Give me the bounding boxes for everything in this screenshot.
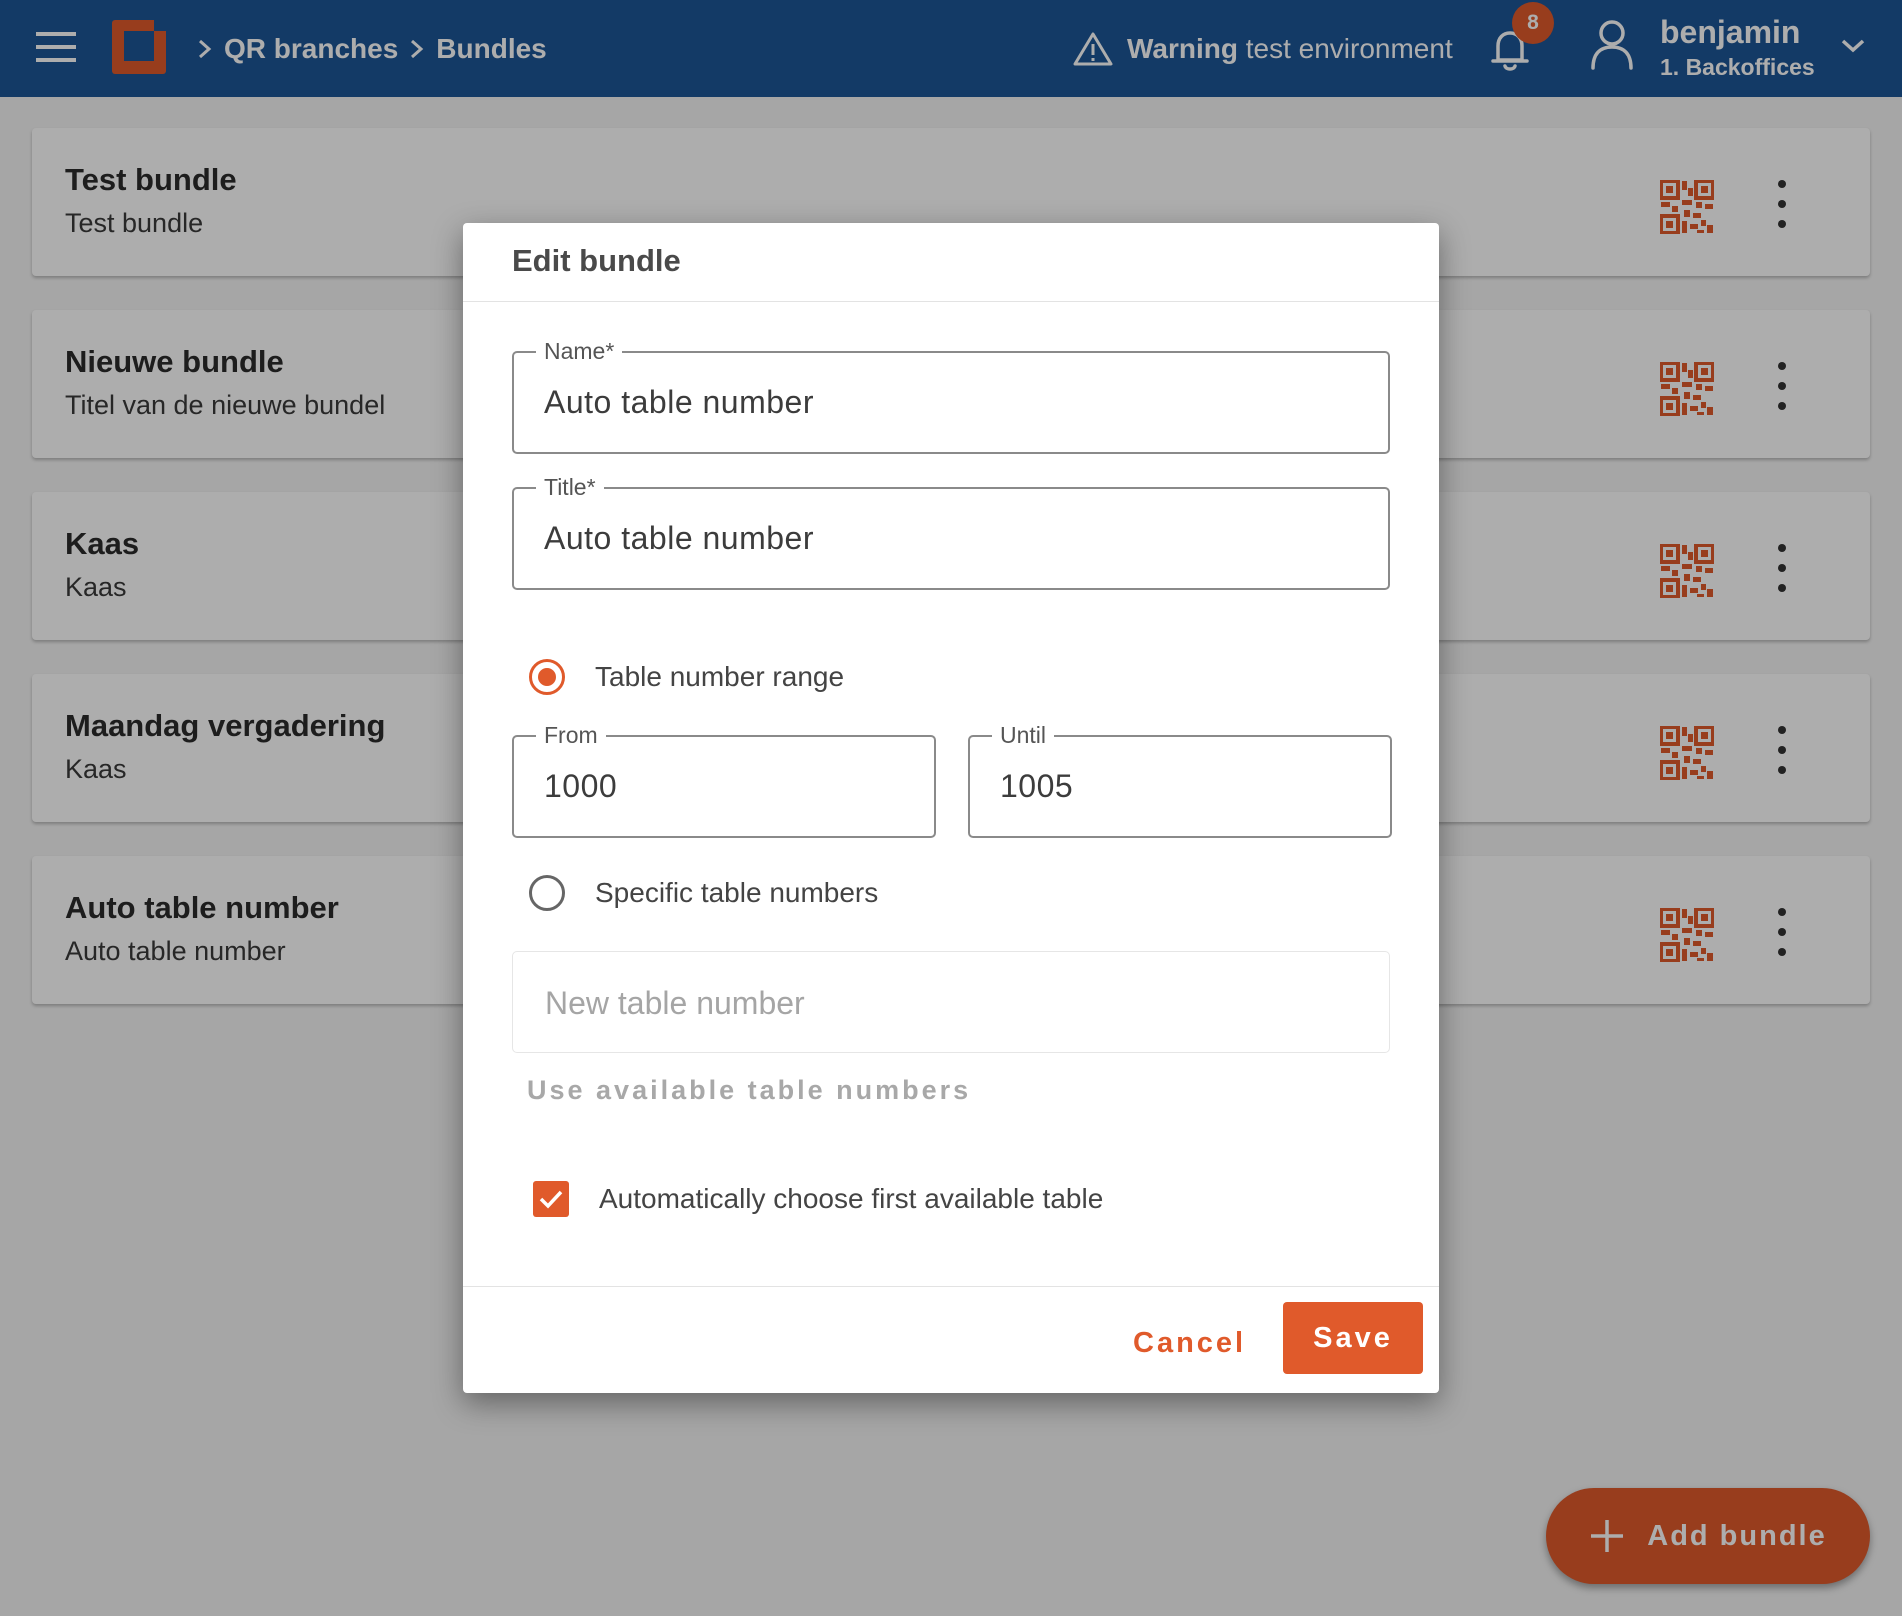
dialog-actions: Cancel Save [463,1286,1439,1394]
cancel-button[interactable]: Cancel [1133,1327,1246,1360]
radio-selected-icon[interactable] [529,659,565,695]
new-table-number-field[interactable] [512,951,1390,1054]
from-field[interactable]: From 1000 [512,721,936,838]
title-value[interactable]: Auto table number [544,489,814,588]
radio-specific-table-numbers[interactable]: Specific table numbers [529,875,878,911]
radio-specific-label: Specific table numbers [595,877,879,908]
from-value[interactable]: 1000 [544,737,617,836]
radio-table-number-range[interactable]: Table number range [529,659,844,695]
checkbox-checked-icon[interactable] [533,1181,569,1217]
dialog-title: Edit bundle [512,243,681,278]
auto-choose-label: Automatically choose first available tab… [599,1183,1104,1214]
until-value[interactable]: 1005 [1000,737,1073,836]
auto-choose-checkbox-row[interactable]: Automatically choose first available tab… [533,1181,1103,1217]
edit-bundle-dialog: Edit bundle Name* Auto table number Titl… [463,223,1439,1393]
dialog-header: Edit bundle [463,223,1439,302]
name-field[interactable]: Name* Auto table number [512,337,1390,454]
radio-unselected-icon[interactable] [529,875,565,911]
save-button[interactable]: Save [1283,1302,1423,1374]
until-field[interactable]: Until 1005 [968,721,1392,838]
title-field[interactable]: Title* Auto table number [512,473,1390,590]
radio-range-label: Table number range [595,661,845,692]
name-value[interactable]: Auto table number [544,353,814,452]
new-table-number-input[interactable] [543,952,1347,1054]
use-available-table-numbers-button[interactable]: Use available table numbers [527,1075,971,1106]
check-icon [539,1190,563,1209]
